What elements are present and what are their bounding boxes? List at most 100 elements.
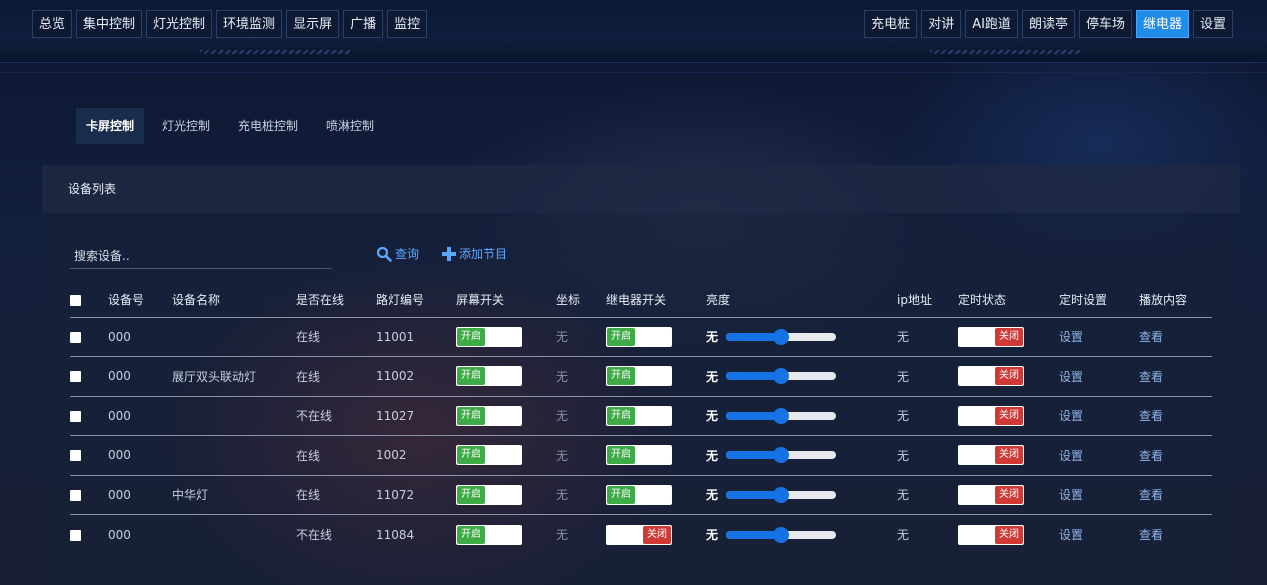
brightness-slider[interactable] [726,526,837,543]
brightness-slider[interactable] [726,368,837,385]
online-status: 在线 [296,330,321,345]
screen-switch-label: 开启 [457,446,485,465]
screen-switch[interactable]: 开启 [456,405,522,426]
timer-setting-link[interactable]: 设置 [1059,409,1083,423]
timer-switch[interactable]: 关闭 [958,366,1024,387]
row-checkbox[interactable] [70,529,81,541]
brightness-slider[interactable] [726,447,837,464]
lamp-number: 11002 [376,369,415,384]
row-checkbox[interactable] [70,371,81,383]
brightness-knob[interactable] [773,486,790,503]
nav-left-5[interactable]: 广播 [343,10,384,38]
nav-left-2[interactable]: 灯光控制 [146,10,213,38]
screen-switch[interactable]: 开启 [456,445,522,466]
timer-setting-link[interactable]: 设置 [1059,449,1083,463]
timer-setting-link[interactable]: 设置 [1059,330,1083,344]
nav-left-6[interactable]: 监控 [387,10,428,38]
table-header-row: 设备号 设备名称 是否在线 路灯编号 屏幕开关 坐标 继电器开关 亮度 ip地址… [70,283,1212,317]
col-lamp-no: 路灯编号 [376,293,425,308]
lamp-number: 1002 [376,448,407,463]
device-id: 000 [108,487,131,502]
query-button[interactable]: 查询 [376,245,419,262]
nav-right-3[interactable]: 朗读亭 [1021,10,1075,38]
view-content-link[interactable]: 查看 [1139,528,1163,542]
col-screen-switch: 屏幕开关 [456,293,505,308]
table-row: 000 在线 11001 开启 无 开启 无 无 关闭 设置 查看 [70,317,1212,357]
coordinate: 无 [556,409,569,424]
select-all-checkbox[interactable] [70,294,81,306]
col-coord: 坐标 [556,293,581,308]
nav-left-1[interactable]: 集中控制 [76,10,143,38]
brightness-slider[interactable] [726,407,837,424]
view-content-link[interactable]: 查看 [1139,330,1163,344]
brightness-value: 无 [706,448,719,463]
nav-right-6[interactable]: 设置 [1192,10,1233,38]
ip-address: 无 [897,330,910,345]
timer-switch[interactable]: 关闭 [958,445,1024,466]
nav-left-3[interactable]: 环境监测 [216,10,283,38]
query-label: 查询 [395,247,420,261]
table-row: 000 不在线 11084 开启 无 关闭 无 无 关闭 设置 查看 [70,515,1212,555]
add-program-label: 添加节目 [459,247,508,261]
search-input[interactable] [70,243,332,269]
timer-setting-link[interactable]: 设置 [1059,528,1083,542]
brightness-knob[interactable] [773,526,790,543]
screen-switch[interactable]: 开启 [456,484,522,505]
table-row: 000 展厅双头联动灯 在线 11002 开启 无 开启 无 无 关闭 设置 查看 [70,357,1212,396]
sub-tabs: 卡屏控制 灯光控制 充电桩控制 喷淋控制 [76,108,392,144]
lamp-number: 11084 [376,527,415,542]
brightness-knob[interactable] [773,447,790,464]
screen-switch[interactable]: 开启 [456,366,522,387]
relay-switch[interactable]: 开启 [606,484,672,505]
view-content-link[interactable]: 查看 [1139,370,1163,384]
coordinate: 无 [556,448,569,463]
relay-switch[interactable]: 关闭 [606,524,672,545]
timer-switch[interactable]: 关闭 [958,405,1024,426]
brightness-knob[interactable] [773,368,790,385]
nav-left-4[interactable]: 显示屏 [286,10,340,38]
nav-right-5[interactable]: 继电器 [1135,10,1189,38]
coordinate: 无 [556,330,569,345]
timer-switch[interactable]: 关闭 [958,484,1024,505]
view-content-link[interactable]: 查看 [1139,488,1163,502]
row-checkbox[interactable] [70,450,81,462]
nav-right-1[interactable]: 对讲 [921,10,962,38]
screen-switch[interactable]: 开启 [456,524,522,545]
relay-switch[interactable]: 开启 [606,366,672,387]
brightness-knob[interactable] [773,328,790,345]
relay-switch[interactable]: 开启 [606,445,672,466]
nav-right-0[interactable]: 充电桩 [864,10,918,38]
nav-right-4[interactable]: 停车场 [1078,10,1132,38]
timer-switch-label: 关闭 [995,446,1023,465]
coordinate: 无 [556,369,569,384]
nav-left-0[interactable]: 总览 [32,10,73,38]
ip-address: 无 [897,448,910,463]
subtab-3[interactable]: 喷淋控制 [316,108,384,144]
brightness-knob[interactable] [773,407,790,424]
screen-switch[interactable]: 开启 [456,326,522,347]
timer-switch-label: 关闭 [995,327,1023,346]
timer-switch[interactable]: 关闭 [958,524,1024,545]
row-checkbox[interactable] [70,410,81,422]
nav-right-2[interactable]: AI跑道 [965,10,1018,38]
subtab-2[interactable]: 充电桩控制 [228,108,308,144]
view-content-link[interactable]: 查看 [1139,409,1163,423]
view-content-link[interactable]: 查看 [1139,449,1163,463]
timer-switch[interactable]: 关闭 [958,326,1024,347]
coordinate: 无 [556,488,569,503]
relay-switch[interactable]: 开启 [606,405,672,426]
timer-setting-link[interactable]: 设置 [1059,370,1083,384]
row-checkbox[interactable] [70,331,81,343]
add-program-button[interactable]: 添加节目 [442,245,507,262]
timer-setting-link[interactable]: 设置 [1059,488,1083,502]
row-checkbox[interactable] [70,489,81,501]
timer-switch-label: 关闭 [995,406,1023,425]
relay-switch[interactable]: 开启 [606,326,672,347]
brightness-slider[interactable] [726,328,837,345]
brightness-slider[interactable] [726,486,837,503]
subtab-0[interactable]: 卡屏控制 [76,108,145,144]
screen-switch-label: 开启 [457,406,485,425]
subtab-1[interactable]: 灯光控制 [152,108,220,144]
table-row: 000 在线 1002 开启 无 开启 无 无 关闭 设置 查看 [70,436,1212,475]
col-relay-switch: 继电器开关 [606,293,667,308]
